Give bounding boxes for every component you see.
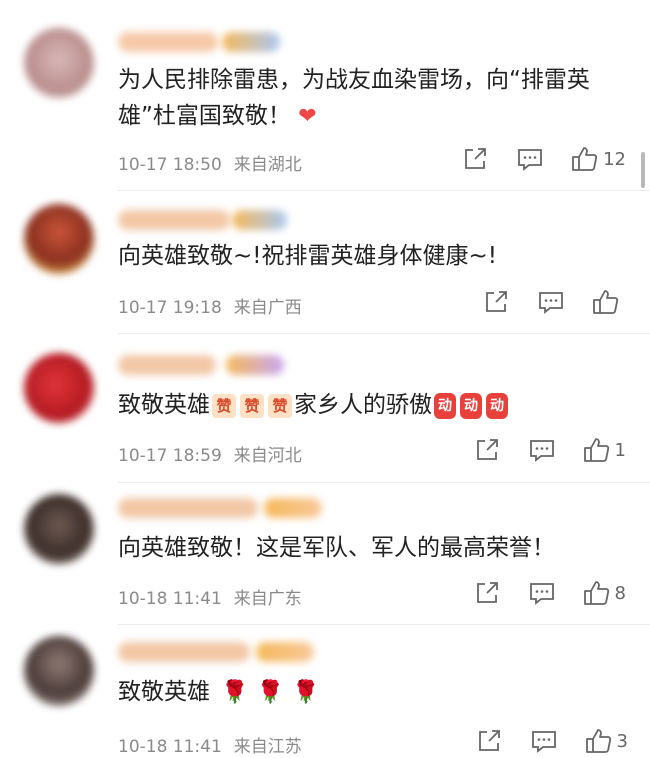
comment-location: 来自河北 <box>233 446 302 466</box>
username-blurred[interactable] <box>118 642 250 662</box>
comment-text: 向英雄致敬！这是军队、军人的最高荣誉！ <box>118 535 555 561</box>
comment-time: 10-18 11:41 <box>118 737 222 757</box>
comment-actions: 3 <box>477 728 628 754</box>
comment-time: 10-17 19:18 <box>118 298 222 318</box>
share-icon[interactable] <box>475 438 501 462</box>
avatar[interactable] <box>24 204 94 274</box>
username-blurred[interactable] <box>118 210 230 230</box>
heart-icon: ❤ <box>298 104 317 129</box>
rose-icon: 🌹 <box>292 679 320 705</box>
avatar[interactable] <box>24 494 94 564</box>
like-count: 1 <box>614 439 626 461</box>
like-count: 3 <box>616 730 628 752</box>
comment-item: 致敬英雄 🌹 🌹 🌹 10-18 11:41 来自江苏 3 <box>0 624 650 758</box>
share-icon[interactable] <box>463 147 489 171</box>
comment-icon[interactable] <box>531 729 557 753</box>
share-icon[interactable] <box>477 729 503 753</box>
comment-text: 致敬英雄 🌹 🌹 🌹 <box>118 679 320 705</box>
rose-icon: 🌹 <box>256 679 285 705</box>
comment-actions: 1 <box>475 437 626 463</box>
thumbs-up-icon <box>572 147 598 171</box>
comment-text: 向英雄致敬~!祝排雷英雄身体健康~! <box>118 243 497 269</box>
comment-actions <box>484 289 624 315</box>
thumbs-up-icon <box>583 438 609 462</box>
like-count: 8 <box>614 582 626 604</box>
comment-actions: 8 <box>475 580 626 606</box>
username-blurred[interactable] <box>118 355 216 375</box>
comment-item: 致敬英雄赞赞赞家乡人的骄傲动动动 10-17 18:59 来自河北 1 <box>0 333 650 483</box>
like-button[interactable]: 12 <box>571 146 626 172</box>
avatar[interactable] <box>24 28 94 98</box>
thumbs-up-icon <box>593 290 619 314</box>
share-icon[interactable] <box>484 290 510 314</box>
comment-icon[interactable] <box>529 438 555 462</box>
thumbs-up-icon <box>583 581 609 605</box>
comment-actions: 12 <box>463 146 626 172</box>
comment-location: 来自江苏 <box>233 737 302 757</box>
username-blurred[interactable] <box>118 32 218 52</box>
like-button[interactable]: 8 <box>583 580 626 606</box>
comment-meta: 10-18 11:41 来自江苏 <box>118 732 302 757</box>
comment-text: 为人民排除雷患，为战友血染雷场，向“排雷英雄”杜富国致敬！ ❤ <box>118 67 590 129</box>
zan-emoji: 赞 <box>240 393 264 418</box>
comment-time: 10-17 18:50 <box>118 155 222 175</box>
scrollbar[interactable] <box>641 152 645 188</box>
comment-icon[interactable] <box>517 147 543 171</box>
comment-meta: 10-18 11:41 来自广东 <box>118 584 302 609</box>
comment-meta: 10-17 18:50 来自湖北 <box>118 150 302 175</box>
like-count: 12 <box>603 148 626 170</box>
like-button[interactable]: 3 <box>585 728 628 754</box>
share-icon[interactable] <box>475 581 501 605</box>
comment-location: 来自广东 <box>233 589 302 609</box>
sticker-emoji: 动 <box>434 392 456 419</box>
user-badge <box>256 642 314 662</box>
zan-emoji: 赞 <box>212 393 236 418</box>
like-button[interactable] <box>592 289 624 315</box>
sticker-emoji: 动 <box>486 392 508 419</box>
comment-location: 来自广西 <box>233 298 302 318</box>
username-blurred[interactable] <box>118 498 258 518</box>
comment-item: 为人民排除雷患，为战友血染雷场，向“排雷英雄”杜富国致敬！ ❤ 10-17 18… <box>0 0 650 185</box>
comment-time: 10-18 11:41 <box>118 589 222 609</box>
avatar[interactable] <box>24 353 94 423</box>
comment-meta: 10-17 19:18 来自广西 <box>118 293 302 318</box>
comment-icon[interactable] <box>538 290 564 314</box>
user-badge <box>264 498 322 518</box>
comment-meta: 10-17 18:59 来自河北 <box>118 441 302 466</box>
zan-emoji: 赞 <box>268 393 292 418</box>
avatar[interactable] <box>24 636 94 706</box>
user-badge <box>222 32 280 52</box>
sticker-emoji: 动 <box>460 392 482 419</box>
comment-time: 10-17 18:59 <box>118 446 222 466</box>
comment-icon[interactable] <box>529 581 555 605</box>
comment-location: 来自湖北 <box>233 155 302 175</box>
comment-item: 向英雄致敬！这是军队、军人的最高荣誉！ 10-18 11:41 来自广东 8 <box>0 482 650 622</box>
like-button[interactable]: 1 <box>583 437 626 463</box>
user-badge <box>232 210 287 230</box>
rose-icon: 🌹 <box>221 679 249 705</box>
comment-item: 向英雄致敬~!祝排雷英雄身体健康~! 10-17 19:18 来自广西 <box>0 190 650 330</box>
thumbs-up-icon <box>585 729 611 753</box>
comment-text: 致敬英雄赞赞赞家乡人的骄傲动动动 <box>118 387 618 423</box>
user-badge <box>226 355 284 375</box>
